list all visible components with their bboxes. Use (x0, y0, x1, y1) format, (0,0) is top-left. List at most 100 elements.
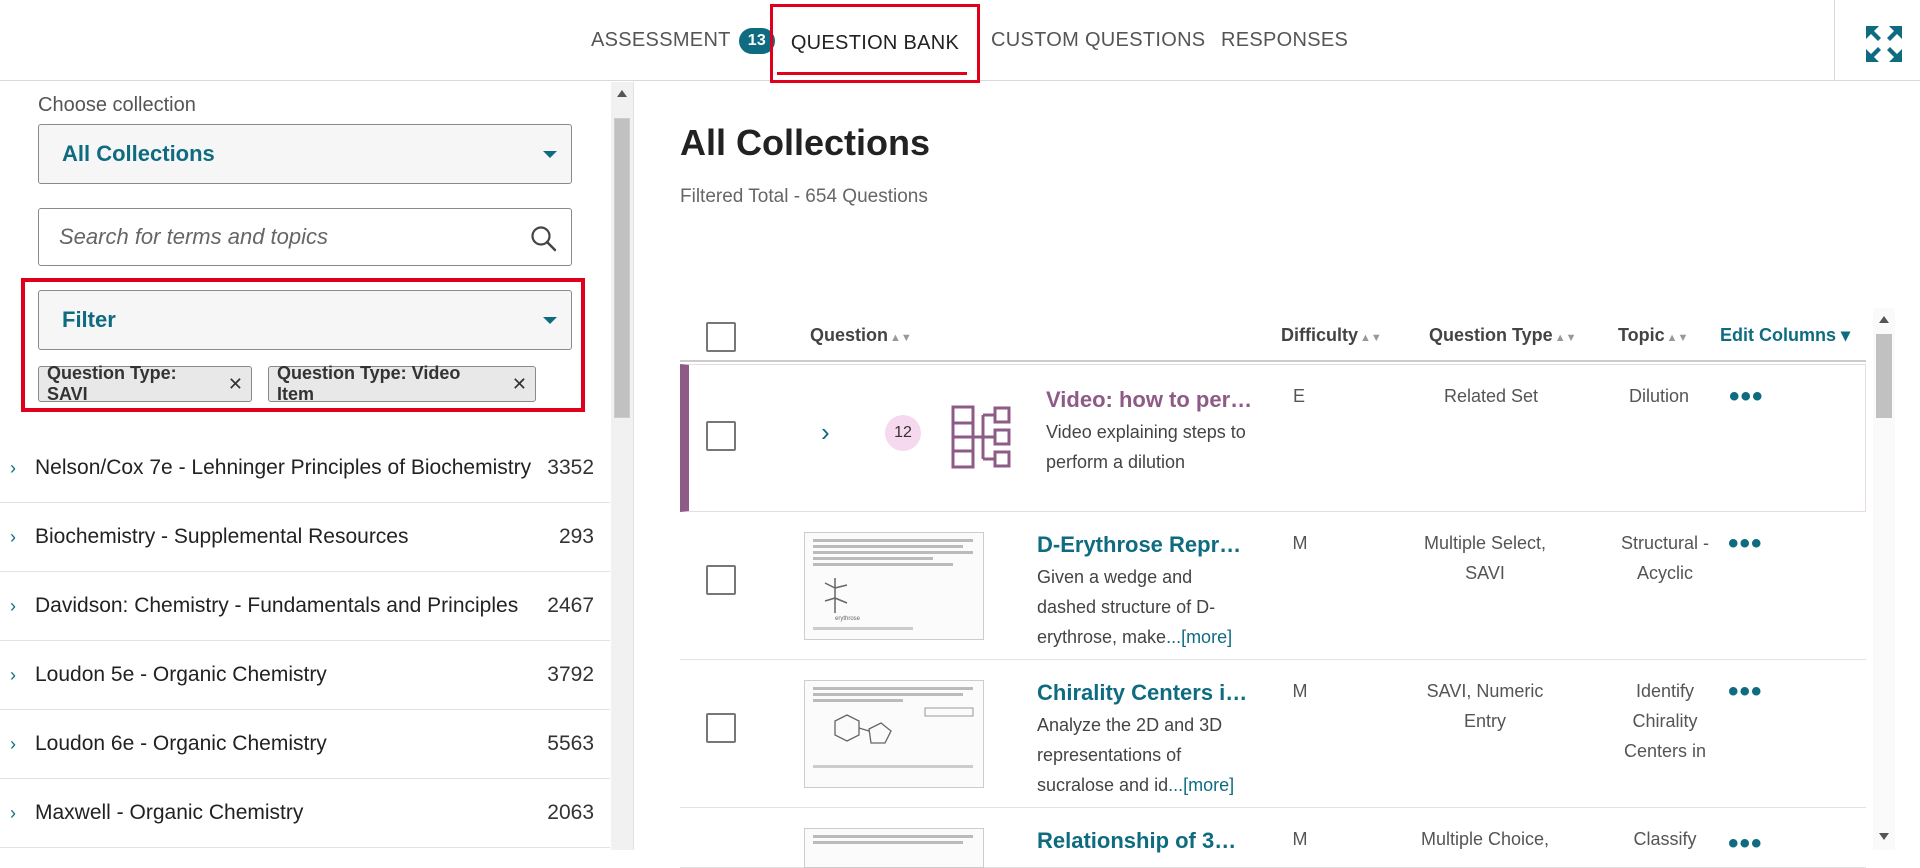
chevron-right-icon[interactable]: › (10, 734, 16, 755)
collection-item[interactable]: › Nelson/Cox 7e - Lehninger Principles o… (0, 434, 610, 503)
collection-name: Davidson: Chemistry - Fundamentals and P… (35, 594, 519, 617)
chevron-right-icon[interactable]: › (10, 665, 16, 686)
tab-responses[interactable]: RESPONSES (1221, 0, 1348, 81)
filter-label: Filter (62, 307, 116, 332)
remove-chip-icon[interactable]: ✕ (228, 374, 243, 395)
table-row[interactable]: Relationship of 3… M Multiple Choice, Cl… (680, 808, 1866, 868)
row-checkbox[interactable] (706, 565, 736, 595)
collection-count: 2467 (547, 594, 594, 617)
chevron-down-icon (543, 317, 557, 324)
remove-chip-icon[interactable]: ✕ (512, 374, 527, 395)
question-thumbnail (804, 680, 984, 788)
more-link[interactable]: ...[more] (1166, 627, 1232, 647)
collection-item[interactable]: › Loudon 5e - Organic Chemistry 3792 (0, 641, 610, 710)
scroll-up-icon[interactable] (1879, 316, 1889, 323)
chevron-right-icon[interactable]: › (821, 417, 830, 448)
sort-icon: ▲▼ (1666, 332, 1689, 344)
collection-count: 293 (558, 525, 594, 548)
tab-question-bank-label: QUESTION BANK (790, 32, 960, 54)
column-question-type[interactable]: Question Type ▲▼ (1429, 325, 1576, 346)
topic-value: Identify Chirality Centers in (1623, 681, 1707, 761)
scrollbar-thumb[interactable] (614, 118, 630, 418)
tab-custom-questions[interactable]: CUSTOM QUESTIONS (991, 0, 1205, 81)
search-input[interactable] (57, 209, 507, 265)
column-topic[interactable]: Topic ▲▼ (1618, 325, 1688, 346)
topic-value: Dilution (1628, 386, 1690, 406)
chevron-right-icon[interactable]: › (10, 596, 16, 617)
question-title[interactable]: Video: how to per… (1046, 387, 1252, 413)
select-all-checkbox[interactable] (706, 322, 736, 352)
edit-columns-button[interactable]: Edit Columns ▾ (1720, 325, 1850, 346)
collection-select-value: All Collections (62, 141, 215, 166)
table-row[interactable]: erythrose D-Erythrose Repr… Given a wedg… (680, 512, 1866, 660)
column-question-label: Question (810, 325, 889, 345)
column-question-type-label: Question Type (1429, 325, 1553, 345)
tab-question-bank[interactable]: QUESTION BANK (770, 4, 980, 83)
collection-item[interactable]: › Davidson: Chemistry - Fundamentals and… (0, 572, 610, 641)
page-title: All Collections (680, 122, 931, 163)
question-type-value: SAVI, Numeric Entry (1426, 681, 1544, 731)
chevron-right-icon[interactable]: › (10, 527, 16, 548)
collection-count: 3792 (547, 663, 594, 686)
filter-chip-label: Question Type: Video Item (277, 363, 461, 404)
column-topic-label: Topic (1618, 325, 1665, 345)
svg-text:erythrose: erythrose (835, 616, 861, 622)
difficulty-value: M (1292, 681, 1308, 701)
scroll-down-icon[interactable] (1879, 833, 1889, 840)
question-table: Question ▲▼ Difficulty ▲▼ Question Type ▲▼ … (680, 308, 1866, 868)
collection-name: Loudon 5e - Organic Chemistry (35, 663, 327, 686)
edit-columns-label: Edit Columns (1720, 325, 1836, 345)
scrollbar-thumb[interactable] (1876, 334, 1892, 418)
filter-chip: Question Type: SAVI ✕ (38, 363, 252, 404)
collection-count: 2063 (547, 801, 594, 824)
column-question[interactable]: Question ▲▼ (810, 325, 912, 346)
row-checkbox[interactable] (706, 713, 736, 743)
more-options-icon[interactable]: ••• (1728, 829, 1763, 859)
sort-icon: ▲▼ (1554, 332, 1577, 344)
question-title[interactable]: D-Erythrose Repr… (1037, 532, 1241, 558)
search-icon[interactable] (529, 224, 557, 252)
table-scrollbar[interactable] (1873, 308, 1895, 850)
tab-assessment[interactable]: ASSESSMENT 13 (591, 0, 776, 81)
collection-name: Nelson/Cox 7e - Lehninger Principles of … (35, 456, 532, 479)
question-description: Given a wedge and dashed structure of D-… (1037, 562, 1237, 652)
question-title[interactable]: Chirality Centers i… (1037, 680, 1247, 706)
table-row[interactable]: Chirality Centers i… Analyze the 2D and … (680, 660, 1866, 808)
caret-down-icon: ▾ (1841, 325, 1851, 345)
question-title[interactable]: Relationship of 3… (1037, 828, 1236, 854)
row-checkbox[interactable] (706, 421, 736, 451)
table-header: Question ▲▼ Difficulty ▲▼ Question Type ▲▼ … (680, 308, 1866, 362)
tab-custom-questions-label: CUSTOM QUESTIONS (991, 29, 1206, 51)
sort-icon: ▲▼ (890, 332, 912, 344)
scroll-up-icon[interactable] (617, 90, 627, 97)
collection-select[interactable]: All Collections (38, 124, 572, 184)
collection-list: › Nelson/Cox 7e - Lehninger Principles o… (0, 434, 610, 848)
column-difficulty-label: Difficulty (1281, 325, 1359, 345)
more-options-icon[interactable]: ••• (1728, 529, 1763, 559)
filter-chip-label: Question Type: SAVI (47, 363, 177, 404)
sidebar-scrollbar[interactable] (611, 82, 633, 850)
column-difficulty[interactable]: Difficulty ▲▼ (1281, 325, 1382, 346)
chevron-right-icon[interactable]: › (10, 803, 16, 824)
expand-arrows-icon[interactable] (1864, 24, 1904, 64)
chevron-right-icon[interactable]: › (10, 458, 16, 479)
collection-item[interactable]: › Biochemistry - Supplemental Resources … (0, 503, 610, 572)
collection-item[interactable]: › Loudon 6e - Organic Chemistry 5563 (0, 710, 610, 779)
collection-count: 3352 (547, 456, 594, 479)
search-field[interactable] (38, 208, 572, 266)
more-link[interactable]: ...[more] (1168, 775, 1234, 795)
more-options-icon[interactable]: ••• (1728, 677, 1763, 707)
collection-item[interactable]: › Maxwell - Organic Chemistry 2063 (0, 779, 610, 848)
related-set-icon (951, 405, 1011, 469)
active-tab-underline (777, 72, 967, 75)
question-description: Analyze the 2D and 3D representations of… (1037, 710, 1237, 800)
collection-name: Loudon 6e - Organic Chemistry (35, 732, 327, 755)
more-options-icon[interactable]: ••• (1729, 382, 1764, 412)
table-row[interactable]: › 12 Video: how to per… Video explaining… (680, 364, 1866, 512)
difficulty-value: E (1292, 386, 1305, 406)
tab-responses-label: RESPONSES (1221, 29, 1349, 51)
filter-chip: Question Type: Video Item ✕ (268, 363, 536, 404)
question-thumbnail (804, 828, 984, 868)
collection-count: 5563 (547, 732, 594, 755)
filter-dropdown[interactable]: Filter (38, 290, 572, 350)
